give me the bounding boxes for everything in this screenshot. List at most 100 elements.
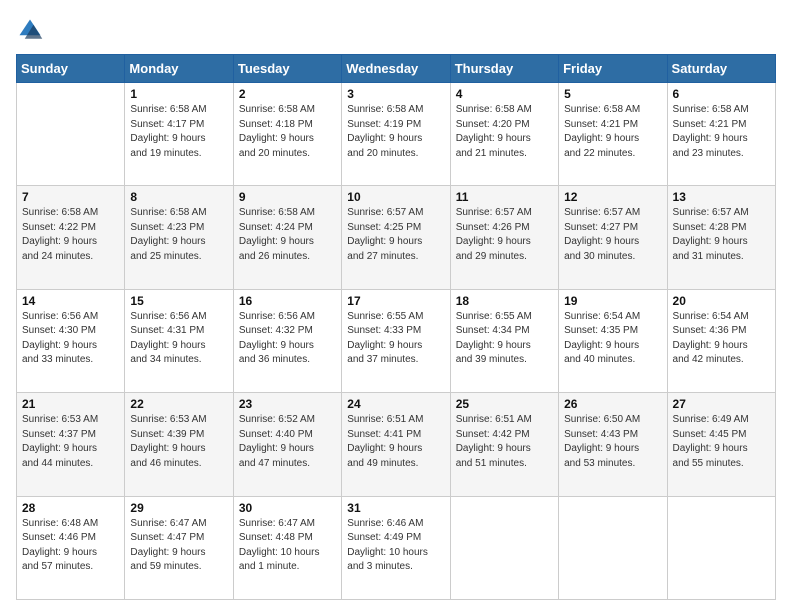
cell-text: Sunrise: 6:58 AM Sunset: 4:23 PM Dayligh… [130,206,227,264]
cell-text: Sunrise: 6:52 AM Sunset: 4:40 PM Dayligh… [239,413,336,471]
cell-text: Sunrise: 6:57 AM Sunset: 4:27 PM Dayligh… [564,206,661,264]
cell-text: Sunrise: 6:55 AM Sunset: 4:33 PM Dayligh… [347,310,444,368]
day-number: 11 [456,190,553,204]
day-number: 7 [22,190,119,204]
calendar-cell: 10Sunrise: 6:57 AM Sunset: 4:25 PM Dayli… [342,186,450,289]
logo-icon [16,16,44,44]
day-number: 20 [673,294,770,308]
cell-text: Sunrise: 6:58 AM Sunset: 4:21 PM Dayligh… [673,103,770,161]
cell-text: Sunrise: 6:58 AM Sunset: 4:18 PM Dayligh… [239,103,336,161]
day-number: 5 [564,87,661,101]
day-number: 17 [347,294,444,308]
cell-text: Sunrise: 6:58 AM Sunset: 4:19 PM Dayligh… [347,103,444,161]
calendar-cell: 5 Sunrise: 6:58 AM Sunset: 4:21 PM Daylig… [559,83,667,186]
week-row-4: 28 Sunrise: 6:48 AM Sunset: 4:46 PM Dayli… [17,496,776,599]
day-number: 31 [347,501,444,515]
calendar-cell: 13 Sunrise: 6:57 AM Sunset: 4:28 PM Dayli… [667,186,775,289]
calendar-cell: 9 Sunrise: 6:58 AM Sunset: 4:24 PM Daylig… [233,186,341,289]
calendar-cell: 29 Sunrise: 6:47 AM Sunset: 4:47 PM Dayli… [125,496,233,599]
day-number: 21 [22,397,119,411]
day-number: 24 [347,397,444,411]
day-number: 2 [239,87,336,101]
cell-text: Sunrise: 6:58 AM Sunset: 4:24 PM Dayligh… [239,206,336,264]
calendar-cell: 15 Sunrise: 6:56 AM Sunset: 4:31 PM Dayli… [125,289,233,392]
day-header-friday: Friday [559,55,667,83]
calendar-cell: 21 Sunrise: 6:53 AM Sunset: 4:37 PM Dayli… [17,393,125,496]
calendar-cell: 31 Sunrise: 6:46 AM Sunset: 4:49 PM Dayli… [342,496,450,599]
day-number: 19 [564,294,661,308]
day-number: 14 [22,294,119,308]
day-header-monday: Monday [125,55,233,83]
cell-text: Sunrise: 6:58 AM Sunset: 4:21 PM Dayligh… [564,103,661,161]
calendar-cell [667,496,775,599]
day-number: 1 [130,87,227,101]
calendar-cell: 28 Sunrise: 6:48 AM Sunset: 4:46 PM Dayli… [17,496,125,599]
calendar-table: SundayMondayTuesdayWednesdayThursdayFrid… [16,54,776,600]
week-row-3: 21 Sunrise: 6:53 AM Sunset: 4:37 PM Dayli… [17,393,776,496]
calendar-cell: 26Sunrise: 6:50 AM Sunset: 4:43 PM Dayli… [559,393,667,496]
day-number: 3 [347,87,444,101]
cell-text: Sunrise: 6:53 AM Sunset: 4:37 PM Dayligh… [22,413,119,471]
cell-text: Sunrise: 6:49 AM Sunset: 4:45 PM Dayligh… [673,413,770,471]
calendar-cell: 7 Sunrise: 6:58 AM Sunset: 4:22 PM Daylig… [17,186,125,289]
cell-text: Sunrise: 6:58 AM Sunset: 4:20 PM Dayligh… [456,103,553,161]
cell-text: Sunrise: 6:47 AM Sunset: 4:48 PM Dayligh… [239,517,336,575]
calendar-cell [17,83,125,186]
day-number: 27 [673,397,770,411]
day-number: 15 [130,294,227,308]
day-header-tuesday: Tuesday [233,55,341,83]
cell-text: Sunrise: 6:55 AM Sunset: 4:34 PM Dayligh… [456,310,553,368]
cell-text: Sunrise: 6:51 AM Sunset: 4:42 PM Dayligh… [456,413,553,471]
cell-text: Sunrise: 6:57 AM Sunset: 4:28 PM Dayligh… [673,206,770,264]
cell-text: Sunrise: 6:54 AM Sunset: 4:35 PM Dayligh… [564,310,661,368]
header [16,16,776,44]
cell-text: Sunrise: 6:46 AM Sunset: 4:49 PM Dayligh… [347,517,444,575]
calendar-cell: 23 Sunrise: 6:52 AM Sunset: 4:40 PM Dayli… [233,393,341,496]
day-number: 8 [130,190,227,204]
day-number: 26 [564,397,661,411]
day-number: 6 [673,87,770,101]
week-row-2: 14 Sunrise: 6:56 AM Sunset: 4:30 PM Dayli… [17,289,776,392]
calendar-cell: 20 Sunrise: 6:54 AM Sunset: 4:36 PM Dayli… [667,289,775,392]
day-number: 18 [456,294,553,308]
week-row-0: 1Sunrise: 6:58 AM Sunset: 4:17 PM Daylig… [17,83,776,186]
day-number: 16 [239,294,336,308]
cell-text: Sunrise: 6:54 AM Sunset: 4:36 PM Dayligh… [673,310,770,368]
day-header-thursday: Thursday [450,55,558,83]
calendar-cell: 25 Sunrise: 6:51 AM Sunset: 4:42 PM Dayli… [450,393,558,496]
calendar-cell: 16 Sunrise: 6:56 AM Sunset: 4:32 PM Dayli… [233,289,341,392]
day-number: 9 [239,190,336,204]
calendar-cell: 3 Sunrise: 6:58 AM Sunset: 4:19 PM Daylig… [342,83,450,186]
cell-text: Sunrise: 6:47 AM Sunset: 4:47 PM Dayligh… [130,517,227,575]
calendar-cell: 12 Sunrise: 6:57 AM Sunset: 4:27 PM Dayli… [559,186,667,289]
day-number: 23 [239,397,336,411]
day-number: 28 [22,501,119,515]
logo [16,16,48,44]
day-number: 4 [456,87,553,101]
calendar-cell [450,496,558,599]
calendar-cell: 30 Sunrise: 6:47 AM Sunset: 4:48 PM Dayli… [233,496,341,599]
week-row-1: 7 Sunrise: 6:58 AM Sunset: 4:22 PM Daylig… [17,186,776,289]
calendar-cell: 18 Sunrise: 6:55 AM Sunset: 4:34 PM Dayli… [450,289,558,392]
day-number: 30 [239,501,336,515]
calendar-header-row: SundayMondayTuesdayWednesdayThursdayFrid… [17,55,776,83]
calendar-cell: 17 Sunrise: 6:55 AM Sunset: 4:33 PM Dayli… [342,289,450,392]
calendar-cell: 27 Sunrise: 6:49 AM Sunset: 4:45 PM Dayli… [667,393,775,496]
cell-text: Sunrise: 6:58 AM Sunset: 4:22 PM Dayligh… [22,206,119,264]
calendar-cell: 11Sunrise: 6:57 AM Sunset: 4:26 PM Dayli… [450,186,558,289]
cell-text: Sunrise: 6:56 AM Sunset: 4:31 PM Dayligh… [130,310,227,368]
cell-text: Sunrise: 6:56 AM Sunset: 4:32 PM Dayligh… [239,310,336,368]
cell-text: Sunrise: 6:56 AM Sunset: 4:30 PM Dayligh… [22,310,119,368]
calendar-cell: 22Sunrise: 6:53 AM Sunset: 4:39 PM Dayli… [125,393,233,496]
day-number: 29 [130,501,227,515]
calendar-cell: 2 Sunrise: 6:58 AM Sunset: 4:18 PM Daylig… [233,83,341,186]
day-header-sunday: Sunday [17,55,125,83]
day-number: 13 [673,190,770,204]
day-number: 25 [456,397,553,411]
cell-text: Sunrise: 6:53 AM Sunset: 4:39 PM Dayligh… [130,413,227,471]
calendar-cell: 6 Sunrise: 6:58 AM Sunset: 4:21 PM Daylig… [667,83,775,186]
day-number: 12 [564,190,661,204]
calendar-cell: 24Sunrise: 6:51 AM Sunset: 4:41 PM Dayli… [342,393,450,496]
cell-text: Sunrise: 6:48 AM Sunset: 4:46 PM Dayligh… [22,517,119,575]
calendar-cell [559,496,667,599]
